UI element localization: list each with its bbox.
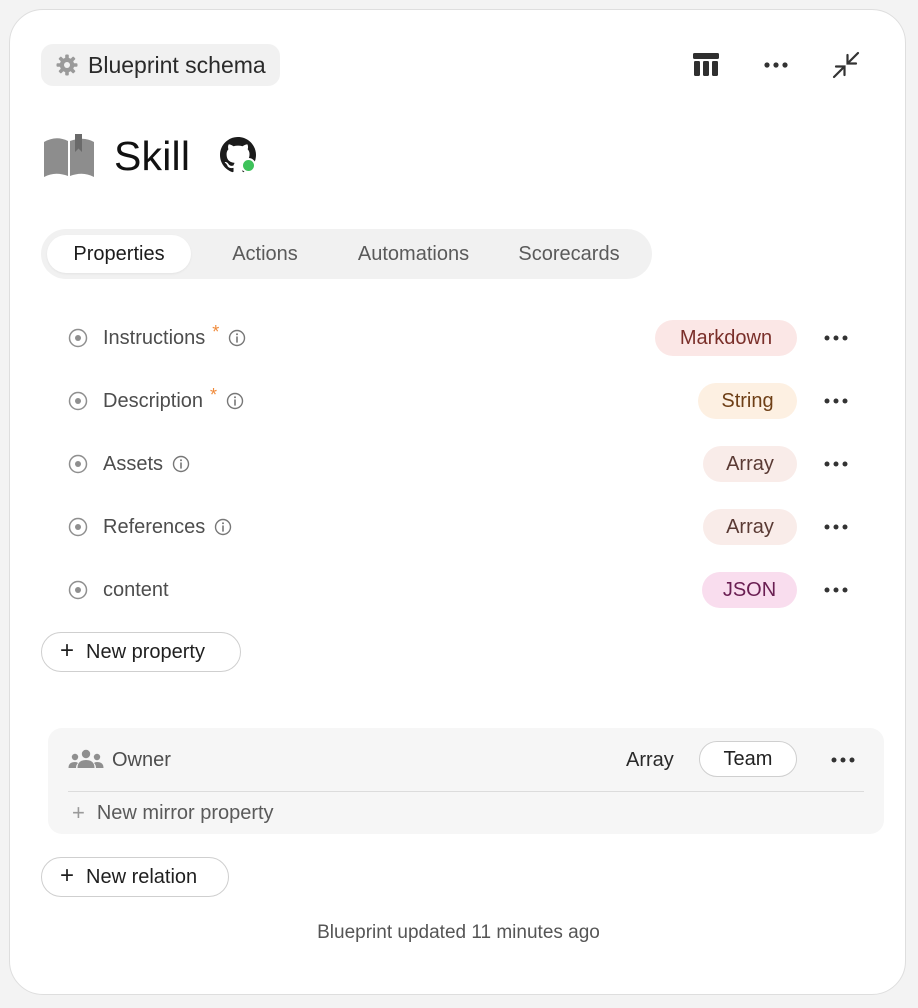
relation-type: Array <box>626 749 674 771</box>
row-more-button[interactable] <box>819 387 853 415</box>
relation-name: Owner <box>112 748 171 771</box>
row-more-button[interactable] <box>819 450 853 478</box>
blueprint-schema-label: Blueprint schema <box>88 51 266 78</box>
required-marker: * <box>210 385 218 405</box>
plus-icon: + <box>60 862 75 889</box>
required-marker: * <box>212 322 220 342</box>
new-mirror-label: New mirror property <box>96 801 274 824</box>
property-row-content[interactable]: content JSON <box>66 570 866 610</box>
relations-section: Owner Array Team + New mirror property <box>48 728 884 834</box>
info-icon[interactable] <box>172 455 190 473</box>
github-integration[interactable] <box>220 137 258 175</box>
table-view-button[interactable] <box>689 50 723 80</box>
new-relation-label: New relation <box>86 865 198 888</box>
row-more-button[interactable] <box>819 576 853 604</box>
more-icon <box>824 461 848 467</box>
property-name: Instructions <box>103 327 206 349</box>
tab-scorecards[interactable]: Scorecards <box>501 235 637 273</box>
type-badge: String <box>698 383 797 419</box>
property-row-assets[interactable]: Assets Array <box>66 444 866 484</box>
property-row-references[interactable]: References Array <box>66 507 866 547</box>
blueprint-schema-chip[interactable]: Blueprint schema <box>41 44 280 86</box>
property-row-instructions[interactable]: Instructions * Markdown <box>66 318 866 358</box>
blueprint-panel: Blueprint schema Skill Properties Action… <box>9 9 906 995</box>
type-badge: Array <box>703 509 797 545</box>
property-radio-icon <box>68 580 88 600</box>
gear-icon <box>55 53 79 77</box>
updated-timestamp: Blueprint updated 11 minutes ago <box>317 922 600 943</box>
more-icon <box>824 524 848 530</box>
tab-actions[interactable]: Actions <box>203 235 327 273</box>
property-radio-icon <box>68 328 88 348</box>
more-icon <box>831 757 855 763</box>
blueprint-title: Skill <box>114 132 191 179</box>
blueprint-title-row: Skill <box>42 128 258 184</box>
collapse-icon <box>832 51 860 79</box>
type-badge: JSON <box>702 572 797 608</box>
more-icon <box>824 335 848 341</box>
relation-target-badge[interactable]: Team <box>699 741 797 777</box>
property-name: Description <box>103 390 204 412</box>
table-icon <box>693 53 719 76</box>
more-icon <box>824 398 848 404</box>
property-name: References <box>103 516 206 538</box>
collapse-button[interactable] <box>829 50 863 80</box>
plus-icon: + <box>60 637 75 664</box>
property-radio-icon <box>68 454 88 474</box>
tab-properties[interactable]: Properties <box>47 235 191 273</box>
new-mirror-property-button[interactable]: + New mirror property <box>72 797 274 829</box>
info-icon[interactable] <box>214 518 232 536</box>
row-more-button[interactable] <box>819 513 853 541</box>
plus-icon: + <box>72 800 85 825</box>
book-icon <box>44 134 94 177</box>
property-row-description[interactable]: Description * String <box>66 381 866 421</box>
property-name: Assets <box>103 453 164 475</box>
type-badge: Array <box>703 446 797 482</box>
tab-automations[interactable]: Automations <box>331 235 496 273</box>
more-options-button[interactable] <box>759 50 793 80</box>
row-more-button[interactable] <box>819 324 853 352</box>
relation-more-button[interactable] <box>826 746 860 774</box>
info-icon[interactable] <box>226 392 244 410</box>
tab-bar: Properties Actions Automations Scorecard… <box>41 229 652 279</box>
more-icon <box>824 587 848 593</box>
type-badge: Markdown <box>655 320 797 356</box>
property-name: content <box>103 579 169 601</box>
relation-row-owner[interactable]: Owner <box>68 744 171 776</box>
property-radio-icon <box>68 517 88 537</box>
property-radio-icon <box>68 391 88 411</box>
divider <box>68 791 864 792</box>
new-relation-button[interactable]: + New relation <box>41 857 229 897</box>
more-icon <box>764 62 788 68</box>
new-property-button[interactable]: + New property <box>41 632 241 672</box>
new-property-label: New property <box>86 640 205 663</box>
users-icon <box>68 749 104 768</box>
info-icon[interactable] <box>228 329 246 347</box>
